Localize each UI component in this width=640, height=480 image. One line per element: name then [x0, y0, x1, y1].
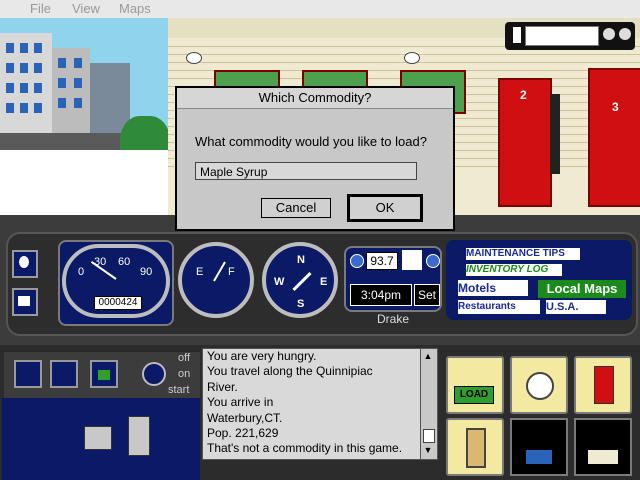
- dialog-title: Which Commodity?: [177, 88, 453, 109]
- truck-icon: [526, 450, 552, 464]
- lock-icon: [98, 370, 110, 380]
- message-line: That's not a commodity in this game.: [207, 441, 403, 456]
- plate-icon: [526, 372, 554, 400]
- message-line: You arrive in: [207, 395, 274, 410]
- load-sign-icon: LOAD: [454, 386, 494, 404]
- message-line: You travel along the Quinnipiac: [207, 364, 373, 379]
- fuel-full-label: F: [228, 266, 235, 278]
- radio-knob-icon[interactable]: [426, 254, 440, 268]
- cassette-icon: [619, 28, 631, 40]
- speedometer: 0 30 60 90 0000424: [62, 244, 170, 318]
- menu-bar: File View Maps: [0, 0, 640, 19]
- hourglass-icon: [466, 428, 486, 468]
- motel-door-3: 3: [588, 68, 640, 207]
- speed-tick: 0: [78, 266, 85, 278]
- brake-pedal[interactable]: [84, 426, 112, 450]
- menu-maps[interactable]: Maps: [119, 1, 151, 16]
- wait-button[interactable]: [446, 418, 504, 476]
- speed-tick: 60: [118, 256, 131, 268]
- sleep-at-motel-button[interactable]: [574, 418, 632, 476]
- scroll-up-icon[interactable]: ▲: [423, 351, 433, 361]
- floor-area: [2, 398, 200, 480]
- local-maps-book[interactable]: Local Maps: [538, 280, 626, 298]
- ignition-key[interactable]: [142, 362, 166, 386]
- dialog-question: What commodity would you like to load?: [195, 134, 427, 149]
- door-number: 2: [520, 88, 527, 102]
- maintenance-tips-book[interactable]: MAINTENANCE TIPS: [466, 248, 580, 260]
- compass: N S E W: [262, 242, 338, 318]
- restaurants-book[interactable]: Restaurants: [458, 300, 540, 314]
- clock-set-button[interactable]: Set: [414, 284, 440, 306]
- gas-pump-icon: [594, 366, 614, 404]
- compass-w: W: [274, 276, 285, 288]
- city-building: [52, 48, 90, 143]
- eat-button[interactable]: [510, 356, 568, 414]
- ignition-on-label: on: [178, 368, 191, 380]
- radio-keypad-icon[interactable]: [402, 250, 422, 270]
- ignition-off-label: off: [178, 352, 191, 364]
- commodity-dialog: Which Commodity? What commodity would yo…: [175, 86, 455, 231]
- fuel-button[interactable]: [574, 356, 632, 414]
- book-stack: MAINTENANCE TIPS INVENTORY LOG Motels Re…: [446, 240, 632, 320]
- fuel-empty-label: E: [196, 266, 204, 278]
- open-door-gap: [550, 94, 560, 174]
- radio-knob-icon[interactable]: [350, 254, 364, 268]
- message-line: You are very hungry.: [207, 349, 317, 363]
- ignition-start-label: start: [168, 384, 190, 396]
- inventory-log-book[interactable]: INVENTORY LOG: [466, 264, 562, 276]
- battery-button[interactable]: [50, 360, 78, 388]
- wall-lamp-icon: [186, 52, 202, 64]
- odometer: 0000424: [94, 296, 142, 310]
- speed-tick: 90: [140, 266, 153, 278]
- lock-button[interactable]: [90, 360, 118, 388]
- ok-button[interactable]: OK: [347, 194, 423, 222]
- light-icon: [19, 256, 29, 268]
- gas-pedal[interactable]: [128, 416, 150, 456]
- wiper-icon: [18, 296, 30, 306]
- compass-n: N: [297, 254, 305, 266]
- load-button[interactable]: LOAD: [446, 356, 504, 414]
- cancel-button[interactable]: Cancel: [261, 198, 331, 218]
- rearview-mirror: [505, 22, 635, 50]
- menu-file[interactable]: File: [30, 1, 51, 16]
- city-building: [90, 63, 130, 133]
- driver-name: Drake: [377, 312, 410, 326]
- compass-needle: [292, 271, 312, 292]
- message-line: River.: [207, 379, 238, 394]
- wall-lamp-icon: [404, 52, 420, 64]
- usa-map-book[interactable]: U.S.A.: [546, 300, 606, 314]
- compass-s: S: [297, 298, 305, 310]
- message-line: Pop. 221,629: [207, 426, 279, 441]
- fuel-needle: [213, 261, 226, 282]
- menu-view[interactable]: View: [72, 1, 100, 16]
- compass-e: E: [320, 276, 328, 288]
- sleep-in-truck-button[interactable]: [510, 418, 568, 476]
- radio-clock-panel: 93.7 3:04pm Set: [344, 246, 442, 312]
- clock-display: 3:04pm: [350, 284, 412, 306]
- motels-book[interactable]: Motels: [458, 280, 528, 296]
- scroll-thumb[interactable]: [423, 429, 435, 443]
- motel-door-2: 2: [498, 78, 552, 207]
- cup-icon: [513, 27, 521, 43]
- choke-button[interactable]: [14, 360, 42, 388]
- cassette-icon: [603, 28, 615, 40]
- commodity-input[interactable]: Maple Syrup: [195, 162, 417, 180]
- motel-icon: [588, 450, 618, 464]
- message-scrollbar[interactable]: ▲ ▼: [420, 348, 438, 460]
- scroll-down-icon[interactable]: ▼: [423, 445, 433, 455]
- fuel-gauge: E F: [178, 242, 254, 318]
- door-number: 3: [612, 100, 619, 114]
- message-line: Waterbury,CT.: [207, 410, 283, 425]
- radio-frequency: 93.7: [366, 252, 398, 270]
- headlights-button[interactable]: [12, 250, 38, 278]
- wipers-button[interactable]: [12, 288, 38, 316]
- mirror-glass: [525, 26, 599, 46]
- message-log: You are very hungry. You travel along th…: [202, 348, 422, 460]
